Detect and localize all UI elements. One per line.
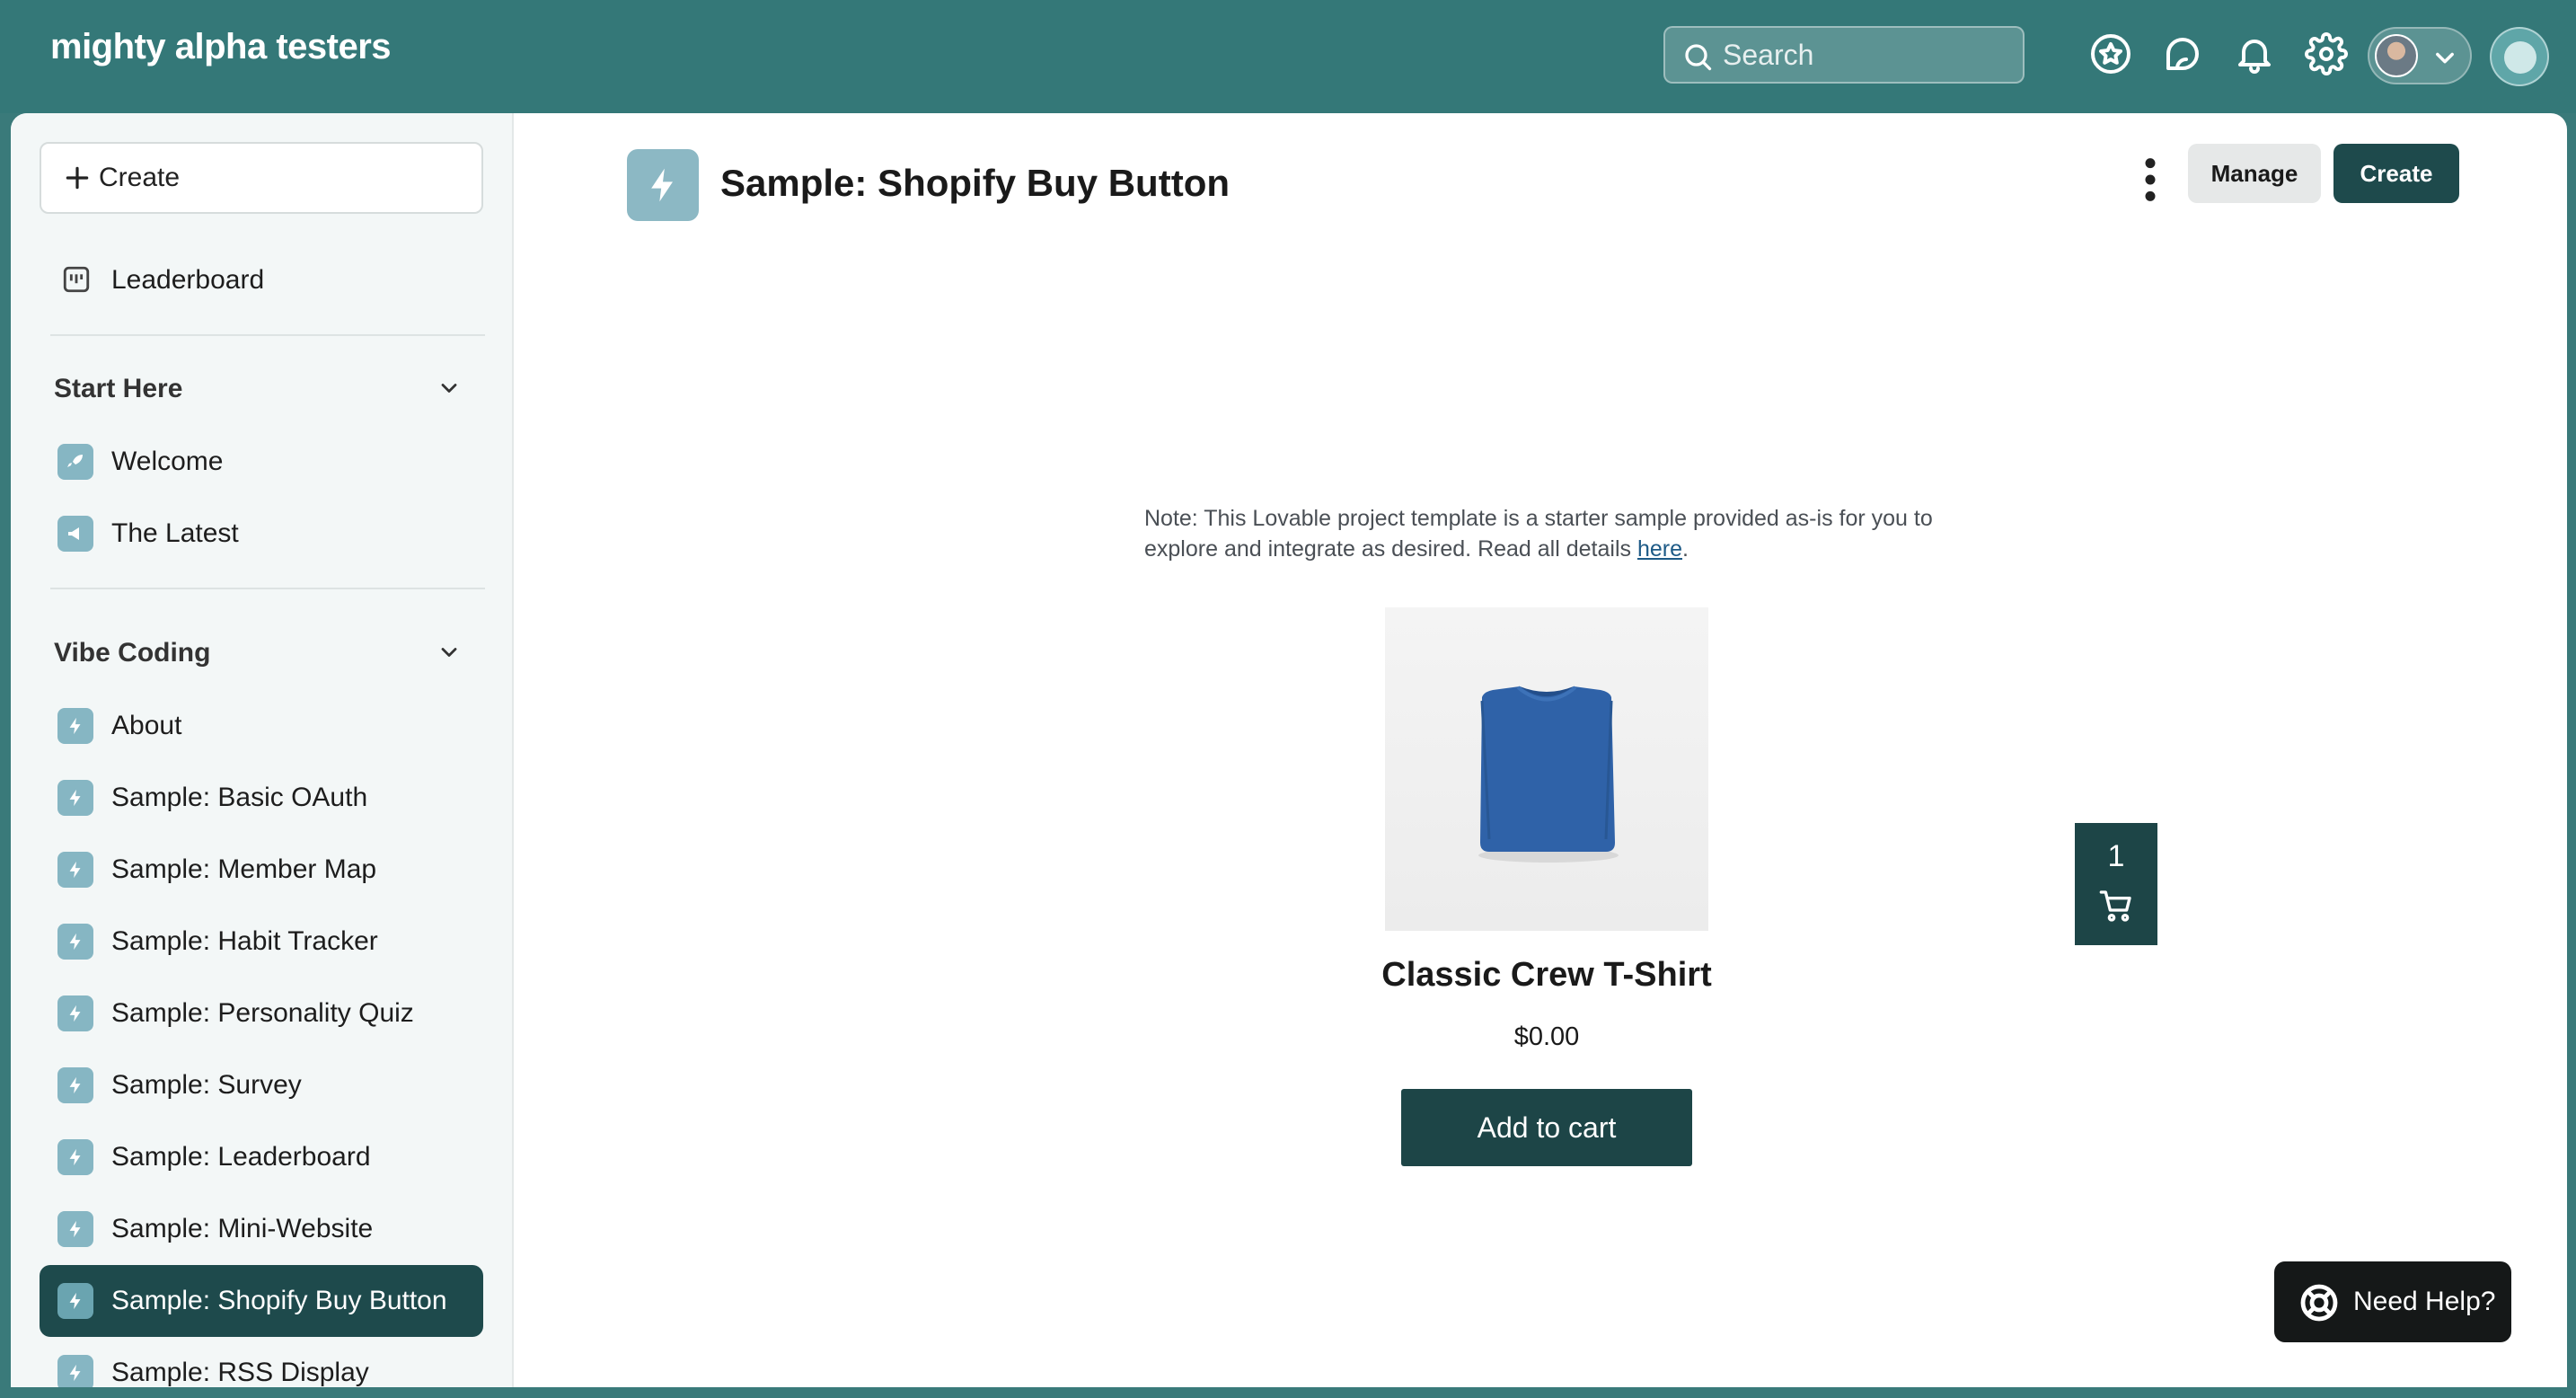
sidebar-item-label: Welcome [111, 447, 224, 476]
bolt-icon [57, 1067, 93, 1103]
chevron-down-icon[interactable] [437, 640, 462, 665]
megaphone-icon [57, 516, 93, 552]
template-note: Note: This Lovable project template is a… [1144, 503, 1953, 564]
bolt-icon [57, 852, 93, 888]
avatar [2375, 34, 2418, 77]
divider [50, 334, 485, 336]
product-image[interactable] [1385, 607, 1708, 931]
section-title-vibe-coding[interactable]: Vibe Coding [54, 638, 210, 668]
product-title: Classic Crew T-Shirt [1381, 956, 1712, 994]
cart-toggle[interactable]: 1 [2075, 823, 2157, 945]
sidebar-create-button[interactable]: Create [40, 142, 483, 214]
main-frame: Create Leaderboard Start Here Welcome Th… [11, 113, 2567, 1387]
page-title: Sample: Shopify Buy Button [720, 162, 1230, 204]
sidebar-item-survey[interactable]: Sample: Survey [40, 1049, 483, 1121]
note-text: Note: This Lovable project template is a… [1144, 506, 1933, 562]
sidebar-item-personality-quiz[interactable]: Sample: Personality Quiz [40, 978, 483, 1049]
bolt-icon [57, 780, 93, 816]
chevron-down-icon[interactable] [437, 376, 462, 401]
sidebar-item-label: Sample: Leaderboard [111, 1142, 371, 1172]
search-icon [1685, 44, 1712, 71]
note-link[interactable]: here [1637, 536, 1682, 562]
sidebar-item-label: Sample: Shopify Buy Button [111, 1286, 447, 1315]
bell-icon[interactable] [2233, 32, 2276, 75]
star-badge-icon[interactable] [2089, 32, 2132, 75]
product-price: $0.00 [1513, 1022, 1580, 1051]
sidebar-item-mini-website[interactable]: Sample: Mini-Website [40, 1193, 483, 1265]
sidebar-item-label: Sample: Member Map [111, 854, 377, 884]
bolt-icon [57, 924, 93, 960]
bolt-icon [57, 1211, 93, 1247]
gear-icon[interactable] [2305, 32, 2348, 75]
sidebar-item-label: Sample: Habit Tracker [111, 926, 378, 956]
org-logo[interactable] [2490, 27, 2549, 86]
sidebar-item-leaderboard[interactable]: Leaderboard [40, 244, 483, 316]
sidebar-item-shopify-buy-button[interactable]: Sample: Shopify Buy Button [40, 1265, 483, 1337]
user-menu[interactable] [2368, 27, 2472, 84]
sidebar-create-label: Create [99, 163, 181, 192]
sidebar-item-label: Sample: Survey [111, 1070, 302, 1100]
leaderboard-icon [63, 266, 90, 293]
sidebar-item-label: Sample: RSS Display [111, 1358, 369, 1387]
note-end: . [1682, 536, 1689, 562]
cart-icon [2099, 890, 2131, 922]
chevron-down-icon [2436, 52, 2454, 64]
brand-logo[interactable]: mighty alpha testers [50, 27, 392, 67]
sidebar: Create Leaderboard Start Here Welcome Th… [11, 113, 514, 1387]
plus-icon [66, 166, 89, 190]
sidebar-item-label: About [111, 711, 182, 740]
sidebar-item-basic-oauth[interactable]: Sample: Basic OAuth [40, 762, 483, 834]
search-input[interactable] [1723, 38, 2010, 72]
sidebar-item-member-map[interactable]: Sample: Member Map [40, 834, 483, 906]
sidebar-item-label: Sample: Mini-Website [111, 1214, 374, 1243]
bolt-icon [57, 1139, 93, 1175]
search-box[interactable] [1663, 26, 2025, 84]
sidebar-item-leaderboard-sample[interactable]: Sample: Leaderboard [40, 1121, 483, 1193]
more-options-icon[interactable] [2130, 153, 2170, 207]
add-to-cart-button[interactable]: Add to cart [1401, 1089, 1692, 1166]
rocket-icon [57, 444, 93, 480]
sidebar-item-label: The Latest [111, 518, 239, 548]
cart-count: 1 [2107, 839, 2125, 873]
sidebar-item-welcome[interactable]: Welcome [40, 426, 483, 498]
need-help-button[interactable]: Need Help? [2274, 1261, 2511, 1342]
page-bolt-icon [627, 149, 699, 221]
bolt-icon [57, 1283, 93, 1319]
sidebar-item-rss-display[interactable]: Sample: RSS Display [40, 1337, 483, 1387]
tshirt-image [1478, 686, 1619, 863]
create-button[interactable]: Create [2333, 144, 2459, 203]
top-bar: mighty alpha testers [0, 0, 2576, 113]
sidebar-item-the-latest[interactable]: The Latest [40, 498, 483, 570]
sidebar-item-label: Leaderboard [111, 265, 265, 295]
bolt-icon [57, 1355, 93, 1387]
manage-button[interactable]: Manage [2188, 144, 2321, 203]
section-title-start-here[interactable]: Start Here [54, 374, 182, 404]
sidebar-item-about[interactable]: About [40, 690, 483, 762]
need-help-label: Need Help? [2353, 1287, 2496, 1316]
bolt-icon [57, 708, 93, 744]
chat-icon[interactable] [2161, 32, 2204, 75]
sidebar-item-label: Sample: Personality Quiz [111, 998, 414, 1028]
bolt-icon [57, 995, 93, 1031]
lifebuoy-icon [2300, 1284, 2338, 1322]
sidebar-item-habit-tracker[interactable]: Sample: Habit Tracker [40, 906, 483, 978]
sidebar-item-label: Sample: Basic OAuth [111, 783, 368, 812]
divider [50, 588, 485, 589]
